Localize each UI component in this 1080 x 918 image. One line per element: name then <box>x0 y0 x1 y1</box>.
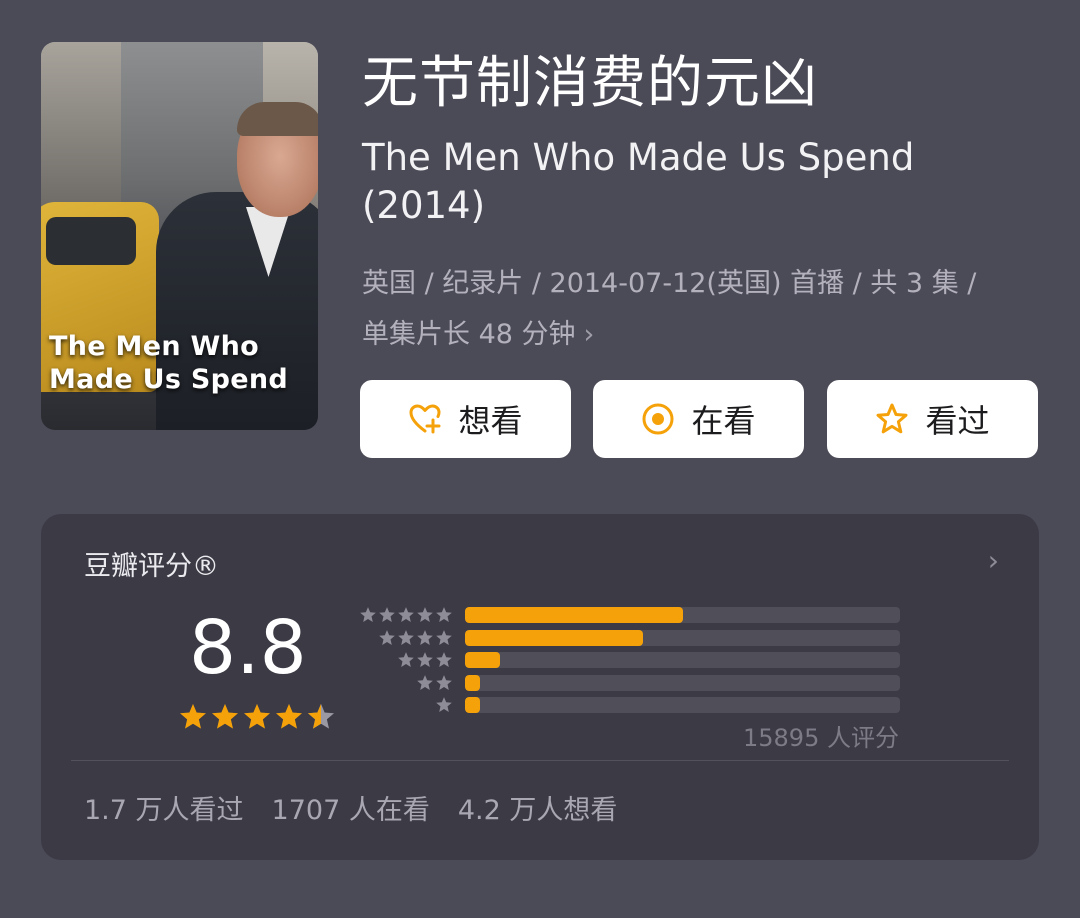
meta-line-2: 单集片长 48 分钟 › <box>362 309 1042 360</box>
distribution-row-5-star <box>353 604 903 626</box>
poster-title: The Men Who Made Us Spend <box>49 330 315 396</box>
distribution-bar <box>465 697 481 713</box>
rating-star-icon <box>210 702 240 736</box>
distribution-stars <box>416 674 453 696</box>
poster-building-left <box>41 42 121 212</box>
distribution-stars <box>397 651 453 673</box>
stat-want: 4.2 万人想看 <box>457 795 618 826</box>
mini-star-icon <box>435 629 453 651</box>
distribution-row-1-star <box>353 694 903 716</box>
distribution-row-4-star <box>353 627 903 649</box>
distribution-row-2-star <box>353 672 903 694</box>
distribution-stars <box>435 696 453 718</box>
mini-star-icon <box>416 629 434 651</box>
distribution-track <box>465 674 900 691</box>
rating-star-icon <box>178 702 208 736</box>
watching-button[interactable]: 在看 <box>593 380 804 458</box>
poster-title-line1: The Men Who <box>49 331 260 362</box>
chevron-right-icon[interactable]: › <box>988 544 999 577</box>
meta-line-1: 英国 / 纪录片 / 2014-07-12(英国) 首播 / 共 3 集 / <box>362 268 977 299</box>
stat-watched: 1.7 万人看过 <box>84 795 244 826</box>
stats-row: 1.7 万人看过 1707 人在看 4.2 万人想看 <box>84 788 617 827</box>
distribution-track <box>465 652 900 668</box>
meta-info[interactable]: 英国 / 纪录片 / 2014-07-12(英国) 首播 / 共 3 集 / 单… <box>362 258 1042 360</box>
poster-taxi-window <box>46 217 136 265</box>
mini-star-icon <box>435 651 453 673</box>
target-circle-icon <box>641 402 675 436</box>
chevron-right-icon: › <box>583 319 595 350</box>
rating-star-icon <box>242 702 272 736</box>
mini-star-icon <box>397 629 415 651</box>
rating-score: 8.8 <box>189 605 307 691</box>
meta-line-2-text: 单集片长 48 分钟 <box>362 319 576 350</box>
distribution-bar <box>465 674 481 691</box>
mini-star-icon <box>435 674 453 696</box>
mini-star-icon <box>416 674 434 696</box>
distribution-bar <box>465 607 683 623</box>
distribution-track <box>465 697 900 713</box>
distribution-stars <box>378 629 453 651</box>
distribution-track <box>465 629 900 646</box>
mini-star-icon <box>435 606 453 628</box>
distribution-track <box>465 607 900 623</box>
stat-watching: 1707 人在看 <box>271 795 430 826</box>
rating-star-icon <box>306 702 336 736</box>
distribution-stars <box>359 606 453 628</box>
original-title: The Men Who Made Us Spend (2014) <box>362 136 915 227</box>
mini-star-icon <box>397 606 415 628</box>
watching-label: 在看 <box>691 402 756 440</box>
distribution-row-3-star <box>353 649 903 671</box>
heart-plus-icon <box>408 402 442 436</box>
poster-image[interactable]: The Men Who Made Us Spend <box>41 42 318 430</box>
want-to-watch-button[interactable]: 想看 <box>360 380 571 458</box>
poster-title-line2: Made Us Spend <box>49 364 289 395</box>
rating-count: 15895 人评分 <box>743 724 899 752</box>
mini-star-icon <box>397 651 415 673</box>
mini-star-icon <box>359 606 377 628</box>
rating-stars <box>178 702 336 736</box>
mini-star-icon <box>435 696 453 718</box>
rating-label: 豆瓣评分® <box>84 551 219 582</box>
page-title: 无节制消费的元凶 <box>362 51 818 116</box>
watched-button[interactable]: 看过 <box>827 380 1038 458</box>
watched-label: 看过 <box>925 402 990 440</box>
divider <box>71 760 1009 761</box>
distribution-bar <box>465 652 500 668</box>
mini-star-icon <box>378 606 396 628</box>
poster-person-hair <box>237 102 318 136</box>
distribution-bar <box>465 629 644 646</box>
rating-card[interactable]: 豆瓣评分® › 8.8 15895 人评分 1.7 万人看过 1707 人在看 … <box>41 514 1039 860</box>
mini-star-icon <box>416 606 434 628</box>
want-to-watch-label: 想看 <box>458 402 523 440</box>
star-outline-icon <box>875 402 909 436</box>
mini-star-icon <box>416 651 434 673</box>
rating-star-icon <box>274 702 304 736</box>
mini-star-icon <box>378 629 396 651</box>
